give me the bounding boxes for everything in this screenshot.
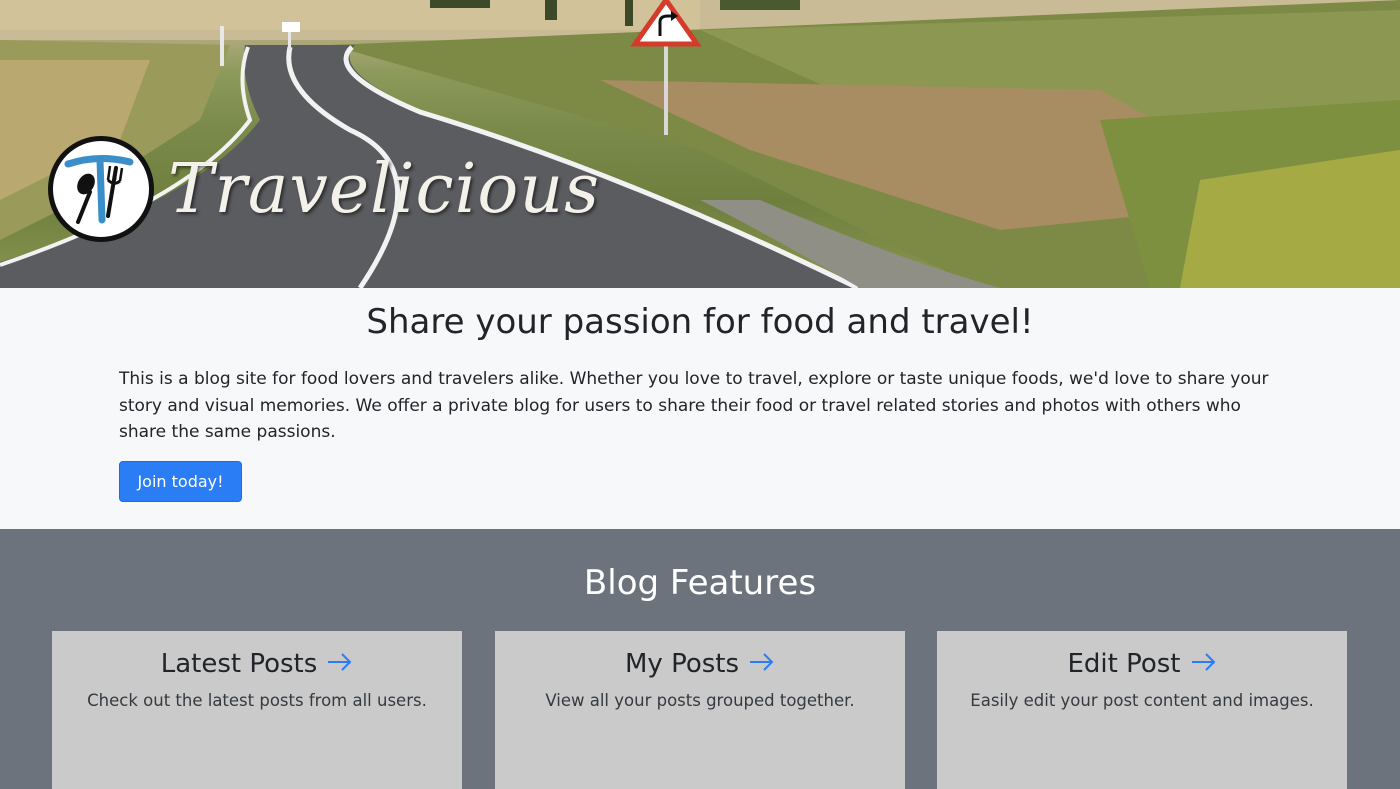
card-description: Easily edit your post content and images…	[970, 691, 1314, 710]
features-heading: Blog Features	[583, 563, 817, 603]
hero-banner: Travelicious	[0, 0, 1400, 288]
intro-description: This is a blog site for food lovers and …	[119, 369, 1269, 442]
card-title[interactable]: Edit Post	[937, 649, 1347, 679]
site-logo[interactable]: Travelicious	[48, 136, 600, 242]
intro-heading: Share your passion for food and travel!	[366, 302, 1034, 342]
card-title[interactable]: My Posts	[495, 649, 905, 679]
blog-features-section: Blog Features Latest Posts Check out the…	[0, 529, 1400, 789]
card-description: Check out the latest posts from all user…	[87, 691, 427, 710]
card-description: View all your posts grouped together.	[545, 691, 855, 710]
fork-spoon-t-logo-icon	[48, 136, 154, 242]
site-title: Travelicious	[168, 149, 601, 229]
join-today-button[interactable]: Join today!	[119, 461, 242, 502]
feature-card-my-posts[interactable]: My Posts View all your posts grouped tog…	[495, 631, 905, 789]
arrow-right-icon	[327, 649, 353, 679]
card-title-text: Edit Post	[1067, 649, 1181, 679]
card-title-text: My Posts	[624, 649, 740, 679]
feature-card-edit-post[interactable]: Edit Post Easily edit your post content …	[937, 631, 1347, 789]
card-title[interactable]: Latest Posts	[52, 649, 462, 679]
card-title-text: Latest Posts	[160, 649, 318, 679]
arrow-right-icon	[749, 649, 775, 679]
arrow-right-icon	[1191, 649, 1217, 679]
intro-section: Share your passion for food and travel! …	[0, 288, 1400, 529]
feature-card-latest-posts[interactable]: Latest Posts Check out the latest posts …	[52, 631, 462, 789]
